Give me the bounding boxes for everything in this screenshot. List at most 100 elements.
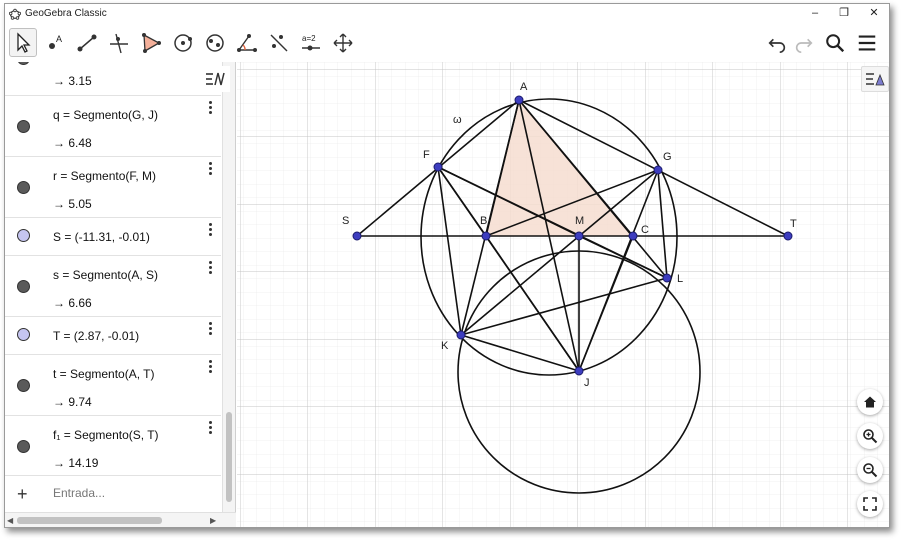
point-k[interactable] <box>456 330 466 340</box>
visibility-toggle[interactable] <box>17 229 30 242</box>
add-plus-icon[interactable]: + <box>17 484 28 505</box>
ellipse-tool[interactable] <box>201 28 229 57</box>
point-t[interactable] <box>783 231 793 241</box>
point-f[interactable] <box>433 162 443 172</box>
row-options-icon[interactable] <box>205 420 215 436</box>
graphics-view[interactable]: A F G S B M C T L K Jω <box>237 62 890 528</box>
zoom-in-button[interactable] <box>857 423 883 449</box>
algebra-row-value: → 6.48 <box>53 136 92 150</box>
visibility-toggle[interactable] <box>17 181 30 194</box>
algebra-horizontal-scrollbar[interactable]: ◀ ▶ <box>5 512 236 527</box>
main-menu-button[interactable] <box>854 30 880 56</box>
slider-tool-icon: a=2 <box>302 34 320 50</box>
maximize-button[interactable]: ❐ <box>837 6 851 20</box>
redo-button[interactable] <box>791 30 817 56</box>
minimize-button[interactable]: – <box>808 6 822 20</box>
point-label-b: B <box>480 215 487 227</box>
visibility-toggle[interactable] <box>17 379 30 392</box>
search-icon <box>826 34 845 53</box>
row-options-icon[interactable] <box>205 260 215 276</box>
scroll-left-icon[interactable]: ◀ <box>7 516 13 525</box>
graphics-style-button[interactable] <box>861 66 889 92</box>
close-button[interactable]: ✕ <box>867 6 881 20</box>
algebra-row[interactable]: r = Segmento(F, M) → 5.05 <box>5 157 221 218</box>
algebra-row[interactable]: q = Segmento(G, J) → 6.48 <box>5 96 221 157</box>
scroll-right-icon[interactable]: ▶ <box>210 516 216 525</box>
undo-button[interactable] <box>764 30 790 56</box>
redo-icon <box>795 38 813 53</box>
graphics-canvas[interactable]: A F G S B M C T L K Jω <box>237 62 890 528</box>
row-options-icon[interactable] <box>205 321 215 337</box>
algebra-input-field[interactable]: Entrada... <box>53 486 105 500</box>
scrollbar-thumb[interactable] <box>226 412 232 502</box>
algebra-input-row[interactable]: + Entrada... <box>5 476 221 512</box>
ellipse-tool-icon <box>206 33 224 52</box>
visibility-toggle[interactable] <box>17 62 30 65</box>
perpendicular-tool[interactable] <box>105 28 133 57</box>
title-bar: GeoGebra Classic – ❐ ✕ <box>5 4 889 24</box>
move-graphics-tool[interactable] <box>329 28 357 57</box>
zoom-out-button[interactable] <box>857 457 883 483</box>
algebra-row-value: → 9.74 <box>53 395 92 409</box>
point-m[interactable] <box>574 231 584 241</box>
algebra-row-definition[interactable]: r = Segmento(F, M) <box>53 169 156 183</box>
move-tool-icon <box>17 31 31 53</box>
search-button[interactable] <box>822 30 848 56</box>
svg-text:A: A <box>56 34 62 44</box>
algebra-row-definition[interactable]: q = Segmento(G, J) <box>53 108 158 122</box>
polygon-tool[interactable] <box>137 28 165 57</box>
point-label-k: K <box>441 340 449 352</box>
circle-tool[interactable] <box>169 28 197 57</box>
point-a[interactable] <box>514 95 524 105</box>
algebra-row-definition[interactable]: S = (-11.31, -0.01) <box>53 230 150 244</box>
visibility-toggle[interactable] <box>17 440 30 453</box>
visibility-toggle[interactable] <box>17 280 30 293</box>
point-g[interactable] <box>653 165 663 175</box>
visibility-toggle[interactable] <box>17 120 30 133</box>
point-label-l: L <box>677 273 683 285</box>
algebra-row-definition[interactable]: s = Segmento(A, S) <box>53 268 158 282</box>
algebra-row[interactable]: s = Segmento(A, S) → 6.66 <box>5 256 221 317</box>
row-options-icon[interactable] <box>205 359 215 375</box>
row-options-icon[interactable] <box>205 100 215 116</box>
zoom-out-icon <box>863 463 878 478</box>
algebra-view: → 3.15 q = Segmento(G, J) → 6.48 r = Seg… <box>5 62 236 512</box>
point-s[interactable] <box>352 231 362 241</box>
point-l[interactable] <box>662 273 672 283</box>
move-tool[interactable] <box>9 28 37 57</box>
row-options-icon[interactable] <box>205 222 215 238</box>
fullscreen-button[interactable] <box>857 491 883 517</box>
algebra-row[interactable]: f₁ = Segmento(S, T) → 14.19 <box>5 416 221 476</box>
slider-tool[interactable]: a=2 <box>297 28 325 57</box>
algebra-row-definition[interactable]: f₁ = Segmento(S, T) <box>53 428 159 442</box>
home-view-button[interactable] <box>857 389 883 415</box>
visibility-toggle[interactable] <box>17 328 30 341</box>
algebra-row[interactable]: T = (2.87, -0.01) <box>5 317 221 355</box>
row-options-icon[interactable] <box>205 161 215 177</box>
menu-icon <box>858 35 876 51</box>
angle-tool-icon <box>237 33 257 52</box>
point-j[interactable] <box>574 366 584 376</box>
segment-tool-icon <box>77 34 97 51</box>
point-c[interactable] <box>628 231 638 241</box>
point-label-f: F <box>423 149 430 161</box>
algebra-row[interactable]: → 3.15 <box>5 62 221 96</box>
reflect-tool[interactable] <box>265 28 293 57</box>
algebra-style-button[interactable] <box>202 66 230 92</box>
algebra-vertical-scrollbar[interactable] <box>222 62 235 512</box>
point-tool[interactable]: A <box>41 28 69 57</box>
point-label-j: J <box>584 377 590 389</box>
point-label-t: T <box>790 218 797 230</box>
algebra-row[interactable]: t = Segmento(A, T) → 9.74 <box>5 355 221 416</box>
undo-icon <box>768 38 786 53</box>
segment-tool[interactable] <box>73 28 101 57</box>
algebra-row[interactable]: S = (-11.31, -0.01) <box>5 218 221 256</box>
angle-tool[interactable] <box>233 28 261 57</box>
point-b[interactable] <box>481 231 491 241</box>
algebra-row-definition[interactable]: t = Segmento(A, T) <box>53 367 155 381</box>
point-label-m: M <box>575 215 584 227</box>
algebra-row-definition[interactable]: T = (2.87, -0.01) <box>53 329 139 343</box>
toolbar: A a=2 <box>5 24 889 62</box>
scrollbar-thumb[interactable] <box>17 517 162 524</box>
graphics-style-icon <box>866 73 885 86</box>
